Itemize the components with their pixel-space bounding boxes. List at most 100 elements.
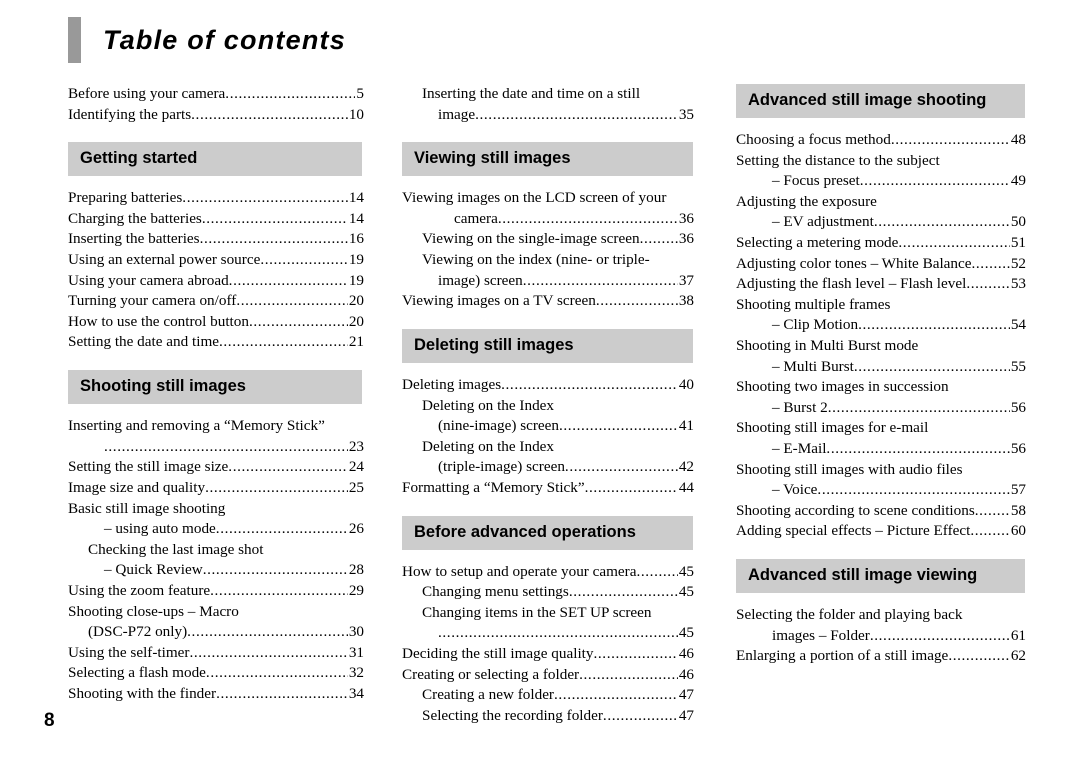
toc-entry-page: 32: [348, 664, 364, 682]
toc-entry[interactable]: Deleting images ........................…: [402, 375, 694, 396]
toc-entry-label: Formatting a “Memory Stick”: [402, 478, 585, 496]
toc-entry[interactable]: Before using your camera ...............…: [68, 84, 364, 105]
toc-entry[interactable]: Adjusting the exposure: [736, 192, 1026, 213]
toc-entry[interactable]: image ..................................…: [402, 105, 694, 126]
toc-entry[interactable]: Checking the last image shot: [68, 540, 364, 561]
toc-leader-dots: ........................................…: [568, 583, 678, 601]
toc-entry-label: (DSC-P72 only): [88, 623, 188, 641]
toc-entry[interactable]: How to setup and operate your camera ...…: [402, 562, 694, 583]
toc-entry[interactable]: Adjusting color tones – White Balance ..…: [736, 254, 1026, 275]
toc-entry[interactable]: Enlarging a portion of a still image ...…: [736, 646, 1026, 667]
toc-entry-label: (nine-image) screen: [438, 417, 560, 435]
toc-entry[interactable]: – Multi Burst ..........................…: [736, 357, 1026, 378]
toc-entry[interactable]: Viewing on the single-image screen .....…: [402, 229, 694, 250]
toc-entry-label: Using your camera abroad: [68, 271, 229, 289]
toc-entry[interactable]: ........................................…: [402, 623, 694, 644]
toc-entry-label: Before using your camera: [68, 85, 226, 102]
toc-entry[interactable]: (nine-image) screen ....................…: [402, 416, 694, 437]
toc-entry[interactable]: Selecting the folder and playing back: [736, 605, 1026, 626]
toc-entry[interactable]: camera .................................…: [402, 209, 694, 230]
toc-entry[interactable]: – E-Mail ...............................…: [736, 439, 1026, 460]
toc-entry[interactable]: Choosing a focus method ................…: [736, 130, 1026, 151]
toc-entry[interactable]: – Quick Review .........................…: [68, 560, 364, 581]
toc-entry-label: images – Folder: [772, 626, 870, 644]
toc-entry-page: 23: [348, 437, 364, 455]
toc-leader-dots: ........................................…: [564, 458, 678, 476]
toc-entry[interactable]: Shooting in Multi Burst mode: [736, 336, 1026, 357]
toc-entry[interactable]: – Focus preset .........................…: [736, 171, 1026, 192]
toc-entry[interactable]: Adjusting the flash level – Flash level …: [736, 274, 1026, 295]
toc-entry[interactable]: Shooting multiple frames: [736, 295, 1026, 316]
toc-entry[interactable]: Changing menu settings .................…: [402, 582, 694, 603]
toc-entry[interactable]: Selecting the recording folder .........…: [402, 706, 694, 727]
toc-entry-page: 28: [348, 561, 364, 579]
toc-entry[interactable]: ........................................…: [68, 437, 364, 458]
toc-entry-page: 14: [348, 209, 364, 227]
toc-entry[interactable]: Creating a new folder ..................…: [402, 685, 694, 706]
toc-entry[interactable]: Deleting on the Index: [402, 437, 694, 458]
toc-entry[interactable]: Setting the distance to the subject: [736, 151, 1026, 172]
toc-leader-dots: ........................................…: [501, 375, 678, 393]
toc-entry-page: 56: [1010, 398, 1026, 416]
toc-entry[interactable]: Inserting and removing a “Memory Stick”: [68, 416, 364, 437]
toc-leader-dots: ........................................…: [189, 643, 348, 661]
toc-entry[interactable]: Identifying the parts ..................…: [68, 105, 364, 126]
toc-entry[interactable]: (DSC-P72 only) .........................…: [68, 622, 364, 643]
toc-entry[interactable]: Selecting a flash mode .................…: [68, 663, 364, 684]
toc-entry[interactable]: – Clip Motion ..........................…: [736, 315, 1026, 336]
toc-entry-label: Basic still image shooting: [68, 499, 226, 517]
toc-entry[interactable]: Shooting according to scene conditions .…: [736, 501, 1026, 522]
toc-entry[interactable]: Shooting with the finder ...............…: [68, 684, 364, 705]
toc-entry[interactable]: – EV adjustment ........................…: [736, 212, 1026, 233]
toc-leader-dots: ........................................…: [873, 213, 1010, 231]
toc-entry[interactable]: Setting the still image size ...........…: [68, 457, 364, 478]
toc-entry[interactable]: Using your camera abroad ...............…: [68, 271, 364, 292]
toc-entry[interactable]: Adding special effects – Picture Effect …: [736, 521, 1026, 542]
toc-entry-label: Adjusting the exposure: [736, 192, 877, 210]
toc-entry[interactable]: Shooting still images with audio files: [736, 460, 1026, 481]
toc-entry[interactable]: Inserting the batteries ................…: [68, 229, 364, 250]
toc-entry[interactable]: Basic still image shooting: [68, 499, 364, 520]
toc-entry[interactable]: – Voice ................................…: [736, 480, 1026, 501]
toc-entry-page: 62: [1010, 647, 1026, 665]
toc-columns: Before using your camera ...............…: [0, 84, 1080, 724]
toc-entry[interactable]: Shooting close-ups – Macro: [68, 602, 364, 623]
toc-entry-label: Using an external power source: [68, 251, 261, 269]
toc-entry-page: 34: [348, 684, 364, 702]
toc-entry[interactable]: Shooting two images in succession: [736, 377, 1026, 398]
toc-entry[interactable]: Formatting a “Memory Stick” ............…: [402, 478, 694, 499]
toc-leader-dots: ........................................…: [602, 706, 678, 724]
toc-entry[interactable]: Using an external power source .........…: [68, 250, 364, 271]
toc-entry[interactable]: Selecting a metering mode ..............…: [736, 233, 1026, 254]
toc-entry[interactable]: Changing items in the SET UP screen: [402, 603, 694, 624]
toc-entry[interactable]: Using the self-timer ...................…: [68, 643, 364, 664]
toc-entry[interactable]: Deleting on the Index: [402, 396, 694, 417]
toc-entry[interactable]: Shooting still images for e-mail: [736, 418, 1026, 439]
toc-entry[interactable]: Image size and quality .................…: [68, 478, 364, 499]
toc-entry[interactable]: Preparing batteries ....................…: [68, 188, 364, 209]
toc-entry-page: 58: [1010, 501, 1026, 519]
toc-entry[interactable]: Using the zoom feature .................…: [68, 581, 364, 602]
toc-entry[interactable]: Turning your camera on/off .............…: [68, 291, 364, 312]
toc-entry[interactable]: Viewing images on a TV screen ..........…: [402, 291, 694, 312]
toc-entry[interactable]: images – Folder ........................…: [736, 626, 1026, 647]
toc-entry[interactable]: image) screen ..........................…: [402, 271, 694, 292]
toc-entry[interactable]: Deciding the still image quality .......…: [402, 644, 694, 665]
toc-entry[interactable]: How to use the control button ..........…: [68, 312, 364, 333]
toc-entry-label: – Burst 2: [772, 398, 828, 416]
toc-entry[interactable]: Charging the batteries .................…: [68, 209, 364, 230]
toc-entry-label: Setting the still image size: [68, 458, 229, 476]
toc-entry[interactable]: – Burst 2 ..............................…: [736, 398, 1026, 419]
toc-entry-label: Selecting the recording folder: [422, 706, 603, 724]
toc-entry[interactable]: Setting the date and time ..............…: [68, 332, 364, 353]
toc-leader-dots: ........................................…: [215, 520, 348, 538]
toc-entry[interactable]: – using auto mode ......................…: [68, 519, 364, 540]
toc-entry[interactable]: Viewing images on the LCD screen of your: [402, 188, 694, 209]
toc-entry[interactable]: Viewing on the index (nine- or triple-: [402, 250, 694, 271]
toc-entry[interactable]: Creating or selecting a folder .........…: [402, 665, 694, 686]
toc-entry-page: 26: [348, 520, 364, 538]
toc-entry[interactable]: (triple-image) screen ..................…: [402, 457, 694, 478]
toc-entry[interactable]: Inserting the date and time on a still: [402, 84, 694, 105]
toc-entry-page: 47: [678, 706, 694, 724]
toc-leader-dots: ........................................…: [974, 501, 1010, 519]
